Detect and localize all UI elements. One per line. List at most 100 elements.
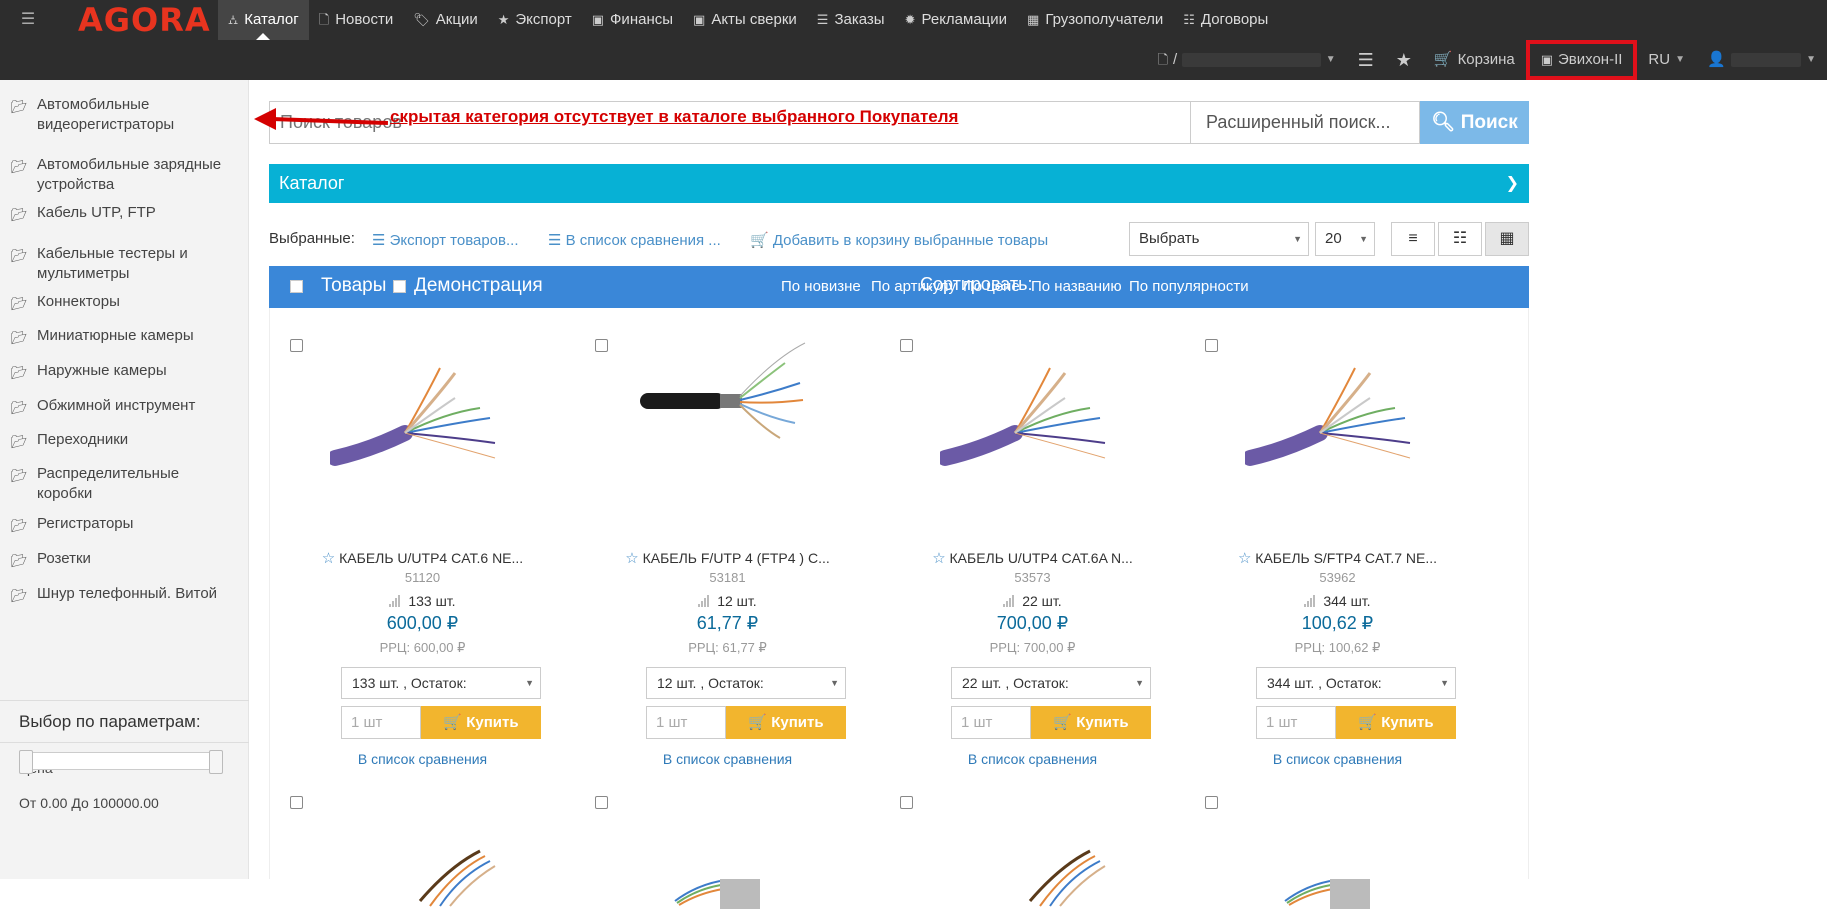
favorites-button[interactable]: ★ xyxy=(1385,40,1423,80)
per-page-select[interactable]: 20 ▼ xyxy=(1315,222,1375,256)
product-select-checkbox[interactable] xyxy=(1205,796,1218,809)
add-to-compare-link[interactable]: В список сравнения xyxy=(880,751,1185,767)
nav-item-label: Заказы xyxy=(834,11,885,28)
product-select-checkbox[interactable] xyxy=(900,339,913,352)
sort-option[interactable]: По артикулу xyxy=(871,278,956,295)
add-selected-to-cart-link[interactable]: 🛒 Добавить в корзину выбранные товары xyxy=(750,231,1048,249)
catalog-bar[interactable]: Каталог ❯ xyxy=(269,164,1529,203)
stock-select[interactable]: 133 шт. , Остаток: ▼ xyxy=(341,667,541,699)
list-view-button[interactable]: ☰ xyxy=(1347,40,1385,80)
product-image[interactable] xyxy=(327,338,515,498)
product-image[interactable] xyxy=(330,821,515,911)
product-select-checkbox[interactable] xyxy=(595,796,608,809)
view-grid-button[interactable]: ▦ xyxy=(1485,222,1529,256)
nav-item[interactable]: 🏷 Акции xyxy=(403,0,487,40)
sidebar-category-label: Миниатюрные камеры xyxy=(37,327,194,344)
price-slider-max-handle[interactable] xyxy=(209,750,223,774)
product-image[interactable] xyxy=(1242,338,1430,498)
add-to-compare-link[interactable]: В список сравнения xyxy=(1185,751,1490,767)
product-name-text: КАБЕЛЬ U/UTP4 CAT.6A N... xyxy=(949,550,1133,566)
product-sku: 53573 xyxy=(1014,570,1051,585)
sort-option[interactable]: По новизне xyxy=(781,278,861,295)
product-name[interactable]: ☆ КАБЕЛЬ U/UTP4 CAT.6A N... xyxy=(880,549,1185,567)
bulk-action-value: Выбрать xyxy=(1139,230,1200,247)
nav-item[interactable]: ▦ Грузополучатели xyxy=(1017,0,1173,40)
folder-open-icon: 📂︎ xyxy=(11,207,28,222)
cart-button[interactable]: 🛒 Корзина xyxy=(1423,40,1526,80)
hamburger-menu-icon[interactable]: ☰ xyxy=(10,8,46,32)
nav-item[interactable]: ▣ Акты сверки xyxy=(683,0,807,40)
company-button[interactable]: ▣ Эвихон-II xyxy=(1525,40,1638,80)
nav-item[interactable]: ☷ Договоры xyxy=(1173,0,1278,40)
nav-item[interactable]: ★ Экспорт xyxy=(488,0,582,40)
quantity-input[interactable]: 1 шт xyxy=(1256,706,1336,739)
annotation-text: скрытая категория отсутствует в каталоге… xyxy=(390,107,959,126)
user-menu[interactable]: 👤 ▼ xyxy=(1696,40,1827,80)
nav-item[interactable]: 🗋 Новости xyxy=(309,0,404,40)
bulk-action-select[interactable]: Выбрать ▼ xyxy=(1129,222,1309,256)
favorite-star-icon[interactable]: ☆ xyxy=(625,550,638,567)
building-icon: ▦ xyxy=(1027,12,1040,27)
nav-item[interactable]: ☰ Заказы xyxy=(807,0,895,40)
search-button[interactable]: 🔍︎ Поиск xyxy=(1420,101,1529,144)
product-select-checkbox[interactable] xyxy=(290,339,303,352)
favorite-star-icon[interactable]: ☆ xyxy=(322,550,335,567)
product-image[interactable] xyxy=(940,821,1125,911)
language-select[interactable]: RU ▼ xyxy=(1637,40,1696,80)
view-list-button[interactable]: ☷ xyxy=(1438,222,1482,256)
sitemap-icon: ⛼ xyxy=(228,12,239,27)
stock-select[interactable]: 344 шт. , Остаток: ▼ xyxy=(1256,667,1456,699)
export-products-link[interactable]: ☰ Экспорт товаров... xyxy=(372,231,519,249)
sidebar-category-label: Автомобильные зарядные устройства xyxy=(37,156,222,193)
product-select-checkbox[interactable] xyxy=(900,796,913,809)
product-price: 100,62 ₽ xyxy=(1301,613,1374,633)
quantity-input[interactable]: 1 шт xyxy=(951,706,1031,739)
divider xyxy=(0,742,249,743)
product-select-checkbox[interactable] xyxy=(290,796,303,809)
product-name[interactable]: ☆ КАБЕЛЬ U/UTP4 CAT.6 NE... xyxy=(270,549,575,567)
product-name[interactable]: ☆ КАБЕЛЬ S/FTP4 CAT.7 NE... xyxy=(1185,549,1490,567)
buy-button[interactable]: 🛒 Купить xyxy=(1336,706,1456,739)
gear-icon: ✹ xyxy=(904,12,916,27)
favorite-star-icon[interactable]: ☆ xyxy=(1238,550,1251,567)
demo-checkbox[interactable] xyxy=(393,280,406,293)
product-image[interactable] xyxy=(635,821,820,911)
product-select-checkbox[interactable] xyxy=(1205,339,1218,352)
signal-bars-icon xyxy=(698,594,710,610)
view-compact-list-button[interactable]: ≡ xyxy=(1391,222,1435,256)
sort-option[interactable]: По названию xyxy=(1031,278,1122,295)
top-navbar: ☰ AGORA ⛼ Каталог 🗋 Новости 🏷 Акции ★ Экспорт ▣ Ф… xyxy=(0,0,1827,80)
stock-select[interactable]: 22 шт. , Остаток: ▼ xyxy=(951,667,1151,699)
stock-select[interactable]: 12 шт. , Остаток: ▼ xyxy=(646,667,846,699)
add-to-compare-link[interactable]: В список сравнения xyxy=(270,751,575,767)
product-image[interactable] xyxy=(635,338,820,498)
shopping-cart-icon: 🛒 xyxy=(443,714,463,731)
selection-toolbar: Выбранные: ☰ Экспорт товаров... ☰ В спис… xyxy=(269,222,1529,256)
buy-button[interactable]: 🛒 Купить xyxy=(421,706,541,739)
favorite-star-icon[interactable]: ☆ xyxy=(932,550,945,567)
nav-item[interactable]: ⛼ Каталог xyxy=(218,0,309,40)
nav-item[interactable]: ▣ Финансы xyxy=(582,0,683,40)
sort-option[interactable]: По популярности xyxy=(1129,278,1249,295)
logo[interactable]: AGORA xyxy=(78,0,211,40)
chevron-down-icon: ▼ xyxy=(1806,54,1816,65)
product-image[interactable] xyxy=(1245,821,1430,911)
sort-option[interactable]: По цене xyxy=(963,278,1020,295)
buy-button[interactable]: 🛒 Купить xyxy=(1031,706,1151,739)
buy-button[interactable]: 🛒 Купить xyxy=(726,706,846,739)
product-select-checkbox[interactable] xyxy=(595,339,608,352)
product-name[interactable]: ☆ КАБЕЛЬ F/UTP 4 (FTP4 ) C... xyxy=(575,549,880,567)
contract-select[interactable]: 🗋 / ▼ xyxy=(1147,40,1347,80)
nav-item[interactable]: ✹ Рекламации xyxy=(895,0,1017,40)
price-slider-min-handle[interactable] xyxy=(19,750,33,774)
select-all-checkbox[interactable] xyxy=(290,280,303,293)
product-rrp: РРЦ: 100,62 ₽ xyxy=(1294,640,1381,655)
advanced-search-link[interactable]: Расширенный поиск... xyxy=(1190,101,1420,144)
price-slider[interactable] xyxy=(19,750,223,774)
add-to-compare-link[interactable]: ☰ В список сравнения ... xyxy=(548,231,721,249)
add-to-compare-link[interactable]: В список сравнения xyxy=(575,751,880,767)
quantity-input[interactable]: 1 шт xyxy=(646,706,726,739)
product-image[interactable] xyxy=(937,338,1125,498)
folder-open-icon: 📂︎ xyxy=(11,159,28,174)
quantity-input[interactable]: 1 шт xyxy=(341,706,421,739)
